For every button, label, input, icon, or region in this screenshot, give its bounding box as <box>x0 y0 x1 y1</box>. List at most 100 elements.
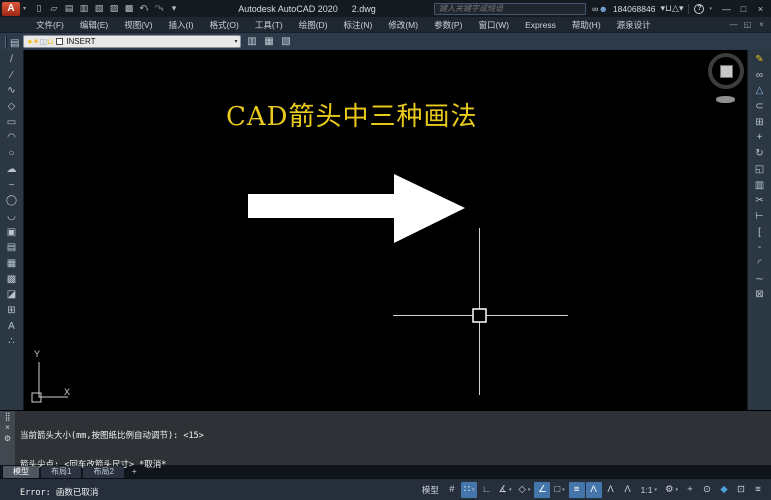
osnap-tracking-toggle[interactable]: ∠ <box>534 481 551 498</box>
open-file-icon[interactable]: ▱ <box>48 3 60 14</box>
close-button[interactable]: × <box>752 4 769 14</box>
rotate-tool-icon[interactable]: ↻ <box>751 147 769 162</box>
drawing-canvas[interactable]: CAD箭头中三种画法 Y X <box>24 50 747 410</box>
annotation-scale-value[interactable]: 1:1 ▾ <box>637 482 661 498</box>
match-properties-icon[interactable]: ∞ <box>751 69 769 84</box>
isodraft-toggle[interactable]: ◇ ▾ <box>516 482 534 498</box>
offset-tool-icon[interactable]: ⊂ <box>751 100 769 115</box>
layer-states-icon[interactable]: ▥ <box>245 36 258 47</box>
menu-view[interactable]: 视图(V) <box>116 20 160 30</box>
command-close-icon[interactable]: × <box>5 423 10 432</box>
spline-tool-icon[interactable]: ~ <box>3 179 21 194</box>
doc-close-button[interactable]: × <box>755 20 768 29</box>
annotation-scale-icon[interactable]: Λ <box>620 482 636 498</box>
logo-caret-icon[interactable]: ▾ <box>23 5 26 12</box>
snap-mode-toggle-caret[interactable]: ▾ <box>472 487 475 493</box>
erase-tool-icon[interactable]: ✎ <box>751 53 769 68</box>
join-tool-icon[interactable]: - <box>751 241 769 256</box>
annotation-monitor-toggle[interactable]: + <box>682 482 698 498</box>
table-tool-icon[interactable]: ⊞ <box>3 304 21 319</box>
isolate-objects-toggle[interactable]: ⊙ <box>699 482 715 498</box>
username-label[interactable]: 184068846 <box>613 4 656 14</box>
polygon-tool-icon[interactable]: ◇ <box>3 100 21 115</box>
insert-block-tool-icon[interactable]: ▣ <box>3 226 21 241</box>
layer-unlock-icon[interactable]: ⊔ <box>47 37 53 46</box>
copy-tool-icon[interactable]: ▥ <box>751 179 769 194</box>
annotation-visibility-toggle[interactable]: Λ <box>585 481 602 498</box>
ellipse-arc-tool-icon[interactable]: ◡ <box>3 210 21 225</box>
ellipse-tool-icon[interactable]: ◯ <box>3 194 21 209</box>
circle-tool-icon[interactable]: ○ <box>3 147 21 162</box>
redo-icon-caret[interactable]: ▾ <box>161 7 164 13</box>
hatch-tool-icon[interactable]: ▦ <box>3 257 21 272</box>
undo-icon-caret[interactable]: ▾ <box>146 7 149 13</box>
model-space-toggle[interactable]: 模型 <box>418 482 443 498</box>
tab-layout1[interactable]: 布局1 <box>41 465 82 478</box>
menu-edit[interactable]: 编辑(E) <box>72 20 116 30</box>
save-as-icon[interactable]: ▥ <box>78 3 90 14</box>
mirror-tool-icon[interactable]: △ <box>751 84 769 99</box>
customize-menu-icon[interactable]: ≡ <box>750 482 766 498</box>
autocad-logo[interactable]: A <box>2 1 20 16</box>
minimize-button[interactable]: — <box>718 4 735 14</box>
menu-window[interactable]: 窗口(W) <box>470 20 517 30</box>
break-tool-icon[interactable]: [ <box>751 226 769 241</box>
trim-tool-icon[interactable]: ✂ <box>751 194 769 209</box>
doc-minimize-button[interactable]: — <box>727 20 740 29</box>
scale-tool-icon[interactable]: ◱ <box>751 163 769 178</box>
layer-color-swatch[interactable] <box>56 38 64 45</box>
tab-model[interactable]: 模型 <box>3 465 39 478</box>
isodraft-toggle-caret[interactable]: ▾ <box>528 487 531 493</box>
menu-file[interactable]: 文件(F) <box>28 20 72 30</box>
navigation-wheel-center[interactable] <box>719 64 733 78</box>
search-input[interactable] <box>434 2 587 15</box>
undo-icon[interactable]: ↶▾ <box>138 3 150 14</box>
gradient-tool-icon[interactable]: ▩ <box>3 273 21 288</box>
fillet-tool-icon[interactable]: ◜ <box>751 257 769 272</box>
layer-select-dropdown[interactable]: ●☀◫⊔ INSERT ▾ <box>23 35 242 48</box>
autodesk-app-icon[interactable]: △ <box>672 3 679 13</box>
extend-tool-icon[interactable]: ⊢ <box>751 210 769 225</box>
polyline-edit-tool-icon[interactable]: ∼ <box>751 273 769 288</box>
layer-viewport-freeze-icon[interactable]: ◫ <box>39 37 47 46</box>
array-tool-icon[interactable]: ⊞ <box>751 116 769 131</box>
menu-dimension[interactable]: 标注(N) <box>336 20 381 30</box>
move-tool-icon[interactable]: + <box>751 131 769 146</box>
plot-icon[interactable]: ▧ <box>93 3 105 14</box>
app-menu-caret[interactable]: ▾ <box>679 3 684 13</box>
navigation-pill[interactable] <box>716 96 735 103</box>
object-snap-toggle[interactable]: □ ▾ <box>551 482 567 498</box>
qat-customize-icon[interactable]: ▾ <box>168 3 180 14</box>
make-block-tool-icon[interactable]: ▤ <box>3 241 21 256</box>
menu-format[interactable]: 格式(O) <box>202 20 247 30</box>
revision-cloud-tool-icon[interactable]: ☁ <box>3 163 21 178</box>
lineweight-toggle[interactable]: ≡ <box>568 481 585 498</box>
graphics-performance-toggle[interactable]: ◆ <box>716 482 732 498</box>
arc-tool-icon[interactable]: ◠ <box>3 131 21 146</box>
layer-dropdown-caret[interactable]: ▾ <box>234 38 237 45</box>
app-store-cart-icon[interactable]: ⊔ <box>665 3 672 13</box>
redo-icon[interactable]: ↷▾ <box>153 3 165 14</box>
save-icon[interactable]: ▤ <box>63 3 75 14</box>
object-snap-toggle-caret[interactable]: ▾ <box>562 487 565 493</box>
tab-add[interactable]: + <box>126 466 143 478</box>
layer-translate-icon[interactable]: ▧ <box>279 36 292 47</box>
line-tool-icon[interactable]: / <box>3 53 21 68</box>
new-file-icon[interactable]: ▯ <box>33 3 45 14</box>
doc-restore-button[interactable]: ◱ <box>741 20 754 29</box>
menu-parametric[interactable]: 参数(P) <box>426 20 470 30</box>
explode-tool-icon[interactable]: ⊠ <box>751 288 769 303</box>
command-wrench-icon[interactable]: ⚙ <box>4 434 11 443</box>
help-caret-icon[interactable]: ▾ <box>709 6 712 12</box>
point-tool-icon[interactable]: ∴ <box>3 335 21 350</box>
polar-tracking-toggle[interactable]: ∡ ▾ <box>495 482 514 498</box>
text-tool-icon[interactable]: A <box>3 320 21 335</box>
clean-screen-toggle[interactable]: ⊡ <box>733 482 749 498</box>
menu-insert[interactable]: 插入(I) <box>161 20 202 30</box>
command-grip-handle[interactable]: ⣿ <box>5 412 11 421</box>
toolbar-grip[interactable] <box>5 35 6 48</box>
menu-express[interactable]: Express <box>517 20 564 30</box>
layer-properties-icon[interactable]: ▤ <box>10 38 19 49</box>
menu-draw[interactable]: 绘图(D) <box>291 20 336 30</box>
grid-display-toggle[interactable]: # <box>444 482 460 498</box>
